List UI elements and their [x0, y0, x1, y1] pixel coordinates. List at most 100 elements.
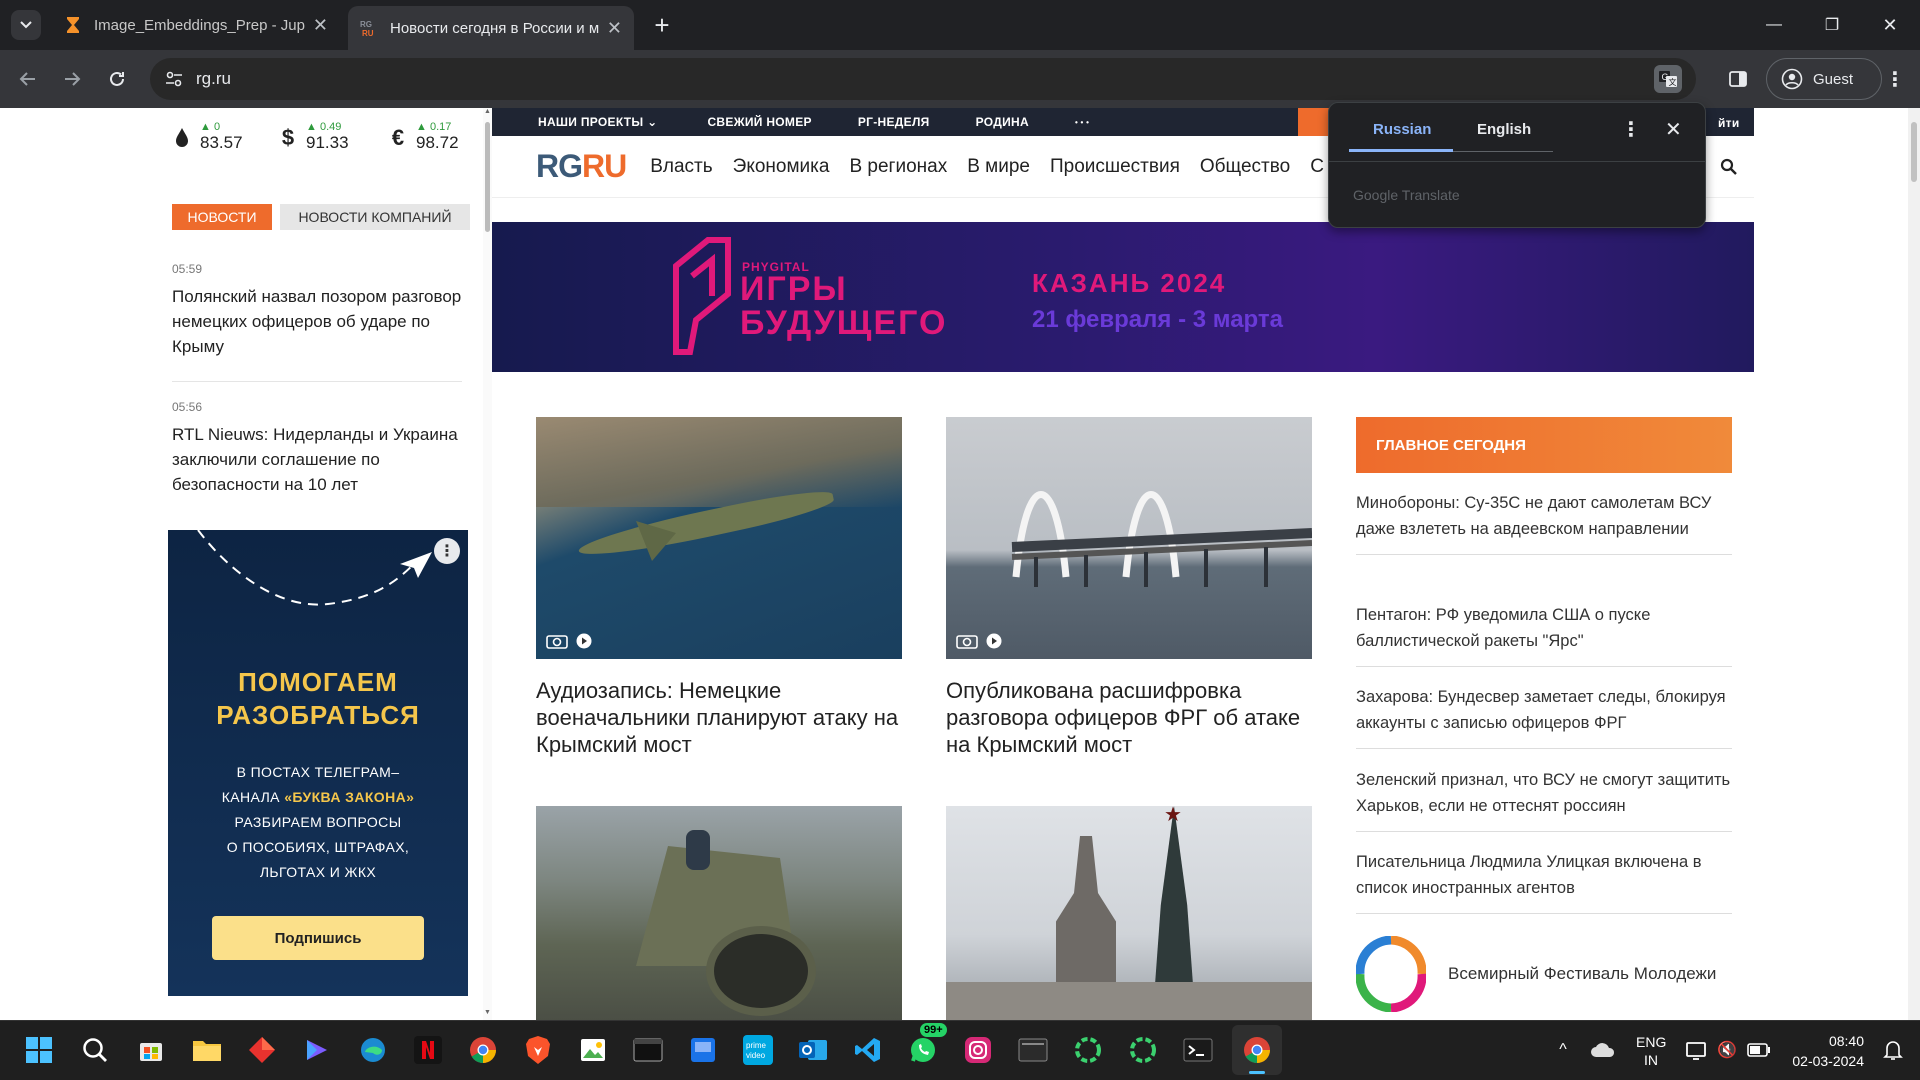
- page-scrollbar[interactable]: [1908, 108, 1920, 1020]
- instagram-icon[interactable]: [961, 1033, 995, 1067]
- list-item[interactable]: 05:59 Полянский назвал позором разговор …: [172, 262, 462, 382]
- nav-more[interactable]: • • •: [1075, 118, 1089, 127]
- new-tab-button[interactable]: +: [638, 0, 686, 50]
- system-clock[interactable]: 08:40 02-03-2024: [1780, 1031, 1864, 1071]
- close-tab-icon[interactable]: ✕: [607, 18, 622, 39]
- main-today-item[interactable]: Минобороны: Су-35С не дают самолетам ВСУ…: [1356, 490, 1732, 555]
- chrome-icon[interactable]: [466, 1033, 500, 1067]
- cloud-icon[interactable]: [1586, 1033, 1620, 1067]
- lang-tab-english[interactable]: English: [1477, 121, 1531, 138]
- brave-icon[interactable]: [521, 1033, 555, 1067]
- nav-our-projects[interactable]: НАШИ ПРОЕКТЫ ⌄: [538, 115, 657, 129]
- url-text[interactable]: rg.ru: [196, 69, 231, 89]
- menu-item-more[interactable]: С: [1310, 156, 1324, 178]
- news-card[interactable]: Опубликована расшифровка разговора офице…: [946, 417, 1312, 758]
- windows-start-icon[interactable]: [22, 1033, 56, 1067]
- festival-promo[interactable]: Всемирный Фестиваль Молодежи: [1356, 934, 1732, 1014]
- app-purple-icon[interactable]: [300, 1033, 334, 1067]
- menu-icon[interactable]: ⋮: [1879, 63, 1911, 95]
- chrome-icon-active[interactable]: [1232, 1025, 1282, 1075]
- side-panel-icon[interactable]: [1722, 63, 1754, 95]
- scrollbar-thumb[interactable]: [485, 122, 490, 232]
- kremlin-photo[interactable]: ★: [946, 806, 1312, 1020]
- store-icon[interactable]: [134, 1033, 168, 1067]
- sidebar-scrollbar[interactable]: ▲ ▼: [483, 108, 492, 1020]
- nav-login[interactable]: йти: [1718, 116, 1740, 130]
- terminal-icon[interactable]: [1181, 1033, 1215, 1067]
- close-window-button[interactable]: ✕: [1862, 0, 1918, 50]
- card-headline[interactable]: Опубликована расшифровка разговора офице…: [946, 677, 1312, 758]
- tab-search-button[interactable]: [6, 4, 46, 46]
- close-icon[interactable]: ✕: [1665, 117, 1682, 142]
- nav-rg-week[interactable]: РГ-НЕДЕЛЯ: [858, 115, 930, 129]
- nav-rodina[interactable]: РОДИНА: [976, 115, 1029, 129]
- missile-photo[interactable]: [536, 417, 902, 659]
- translate-options-icon[interactable]: ⋮: [1621, 117, 1641, 142]
- terminal-window-icon[interactable]: [631, 1033, 665, 1067]
- card-headline[interactable]: Аудиозапись: Немецкие военачальники план…: [536, 677, 902, 758]
- menu-item-economy[interactable]: Экономика: [733, 156, 830, 178]
- language-indicator[interactable]: ENG IN: [1636, 1033, 1666, 1069]
- forward-button[interactable]: [56, 63, 88, 95]
- menu-item-incidents[interactable]: Происшествия: [1050, 156, 1180, 178]
- more-options-icon[interactable]: ⋮: [434, 538, 460, 564]
- lang-tab-russian[interactable]: Russian: [1373, 121, 1431, 138]
- news-headline[interactable]: Полянский назвал позором разговор немецк…: [172, 284, 462, 359]
- telegram-ad[interactable]: ⋮ ПОМОГАЕМ РАЗОБРАТЬСЯ В ПОСТАХ ТЕЛЕГРАМ…: [168, 530, 468, 996]
- tab-company-news[interactable]: НОВОСТИ КОМПАНИЙ: [280, 204, 470, 230]
- main-today-item[interactable]: Зеленский признал, что ВСУ не смогут защ…: [1356, 767, 1732, 832]
- nav-fresh-issue[interactable]: СВЕЖИЙ НОМЕР: [707, 115, 811, 129]
- promo-banner[interactable]: PHYGITAL ИГРЫ БУДУЩЕГО КАЗАНЬ 2024 21 фе…: [492, 222, 1754, 372]
- prime-video-icon[interactable]: prime video: [741, 1033, 775, 1067]
- tank-photo[interactable]: [536, 806, 902, 1020]
- app-window-icon[interactable]: [1016, 1033, 1050, 1067]
- news-card[interactable]: Аудиозапись: Немецкие военачальники план…: [536, 417, 902, 758]
- tab-news[interactable]: НОВОСТИ: [172, 204, 272, 230]
- app-blue-window-icon[interactable]: [686, 1033, 720, 1067]
- search-icon[interactable]: [78, 1033, 112, 1067]
- app-red-diamond-icon[interactable]: [245, 1033, 279, 1067]
- profile-button[interactable]: Guest: [1766, 58, 1882, 100]
- close-tab-icon[interactable]: ✕: [313, 15, 328, 36]
- menu-item-world[interactable]: В мире: [967, 156, 1030, 178]
- restore-button[interactable]: ❐: [1804, 0, 1860, 50]
- netflix-icon[interactable]: [411, 1033, 445, 1067]
- edge-icon[interactable]: [356, 1033, 390, 1067]
- menu-item-society[interactable]: Общество: [1200, 156, 1290, 178]
- app-green-ring-icon[interactable]: [1071, 1033, 1105, 1067]
- main-today-item[interactable]: Писательница Людмила Улицкая включена в …: [1356, 849, 1732, 914]
- translate-icon[interactable]: G文: [1654, 65, 1682, 93]
- network-icon[interactable]: [1680, 1033, 1714, 1067]
- reload-button[interactable]: [101, 63, 133, 95]
- address-bar[interactable]: rg.ru G文: [150, 58, 1696, 100]
- bridge-photo[interactable]: [946, 417, 1312, 659]
- main-today-item[interactable]: Захарова: Бундесвер заметает следы, блок…: [1356, 684, 1732, 749]
- whatsapp-icon[interactable]: 99+: [906, 1023, 947, 1067]
- site-info-icon[interactable]: [164, 69, 184, 89]
- rgru-logo[interactable]: RGRU: [536, 148, 627, 185]
- battery-icon[interactable]: [1742, 1033, 1776, 1067]
- subscribe-button[interactable]: Подпишись: [212, 916, 424, 960]
- search-icon[interactable]: [1720, 158, 1738, 176]
- news-card[interactable]: [536, 806, 902, 1020]
- menu-item-vlast[interactable]: Власть: [650, 156, 712, 178]
- minimize-button[interactable]: —: [1746, 0, 1802, 50]
- back-button[interactable]: [12, 63, 44, 95]
- app-image-icon[interactable]: [576, 1033, 610, 1067]
- menu-item-regions[interactable]: В регионах: [849, 156, 947, 178]
- main-today-item[interactable]: Пентагон: РФ уведомила США о пуске балли…: [1356, 602, 1732, 667]
- file-explorer-icon[interactable]: [190, 1033, 224, 1067]
- scrollbar-thumb[interactable]: [1911, 122, 1917, 182]
- volume-muted-icon[interactable]: 🔇: [1710, 1033, 1744, 1067]
- news-card[interactable]: ★: [946, 806, 1312, 1020]
- vscode-icon[interactable]: [851, 1033, 885, 1067]
- news-headline[interactable]: RTL Nieuws: Нидерланды и Украина заключи…: [172, 422, 462, 497]
- chevron-up-icon[interactable]: ^: [1546, 1033, 1580, 1067]
- app-green-ring-icon-2[interactable]: [1126, 1033, 1160, 1067]
- list-item[interactable]: 05:56 RTL Nieuws: Нидерланды и Украина з…: [172, 400, 462, 497]
- tab-jupyter[interactable]: Image_Embeddings_Prep - Jupyter ✕: [52, 8, 340, 42]
- festival-label[interactable]: Всемирный Фестиваль Молодежи: [1448, 964, 1716, 984]
- notifications-bell-icon[interactable]: [1876, 1033, 1910, 1067]
- tab-rgru[interactable]: RGRU Новости сегодня в России и мире ✕: [348, 6, 634, 50]
- outlook-icon[interactable]: [796, 1033, 830, 1067]
